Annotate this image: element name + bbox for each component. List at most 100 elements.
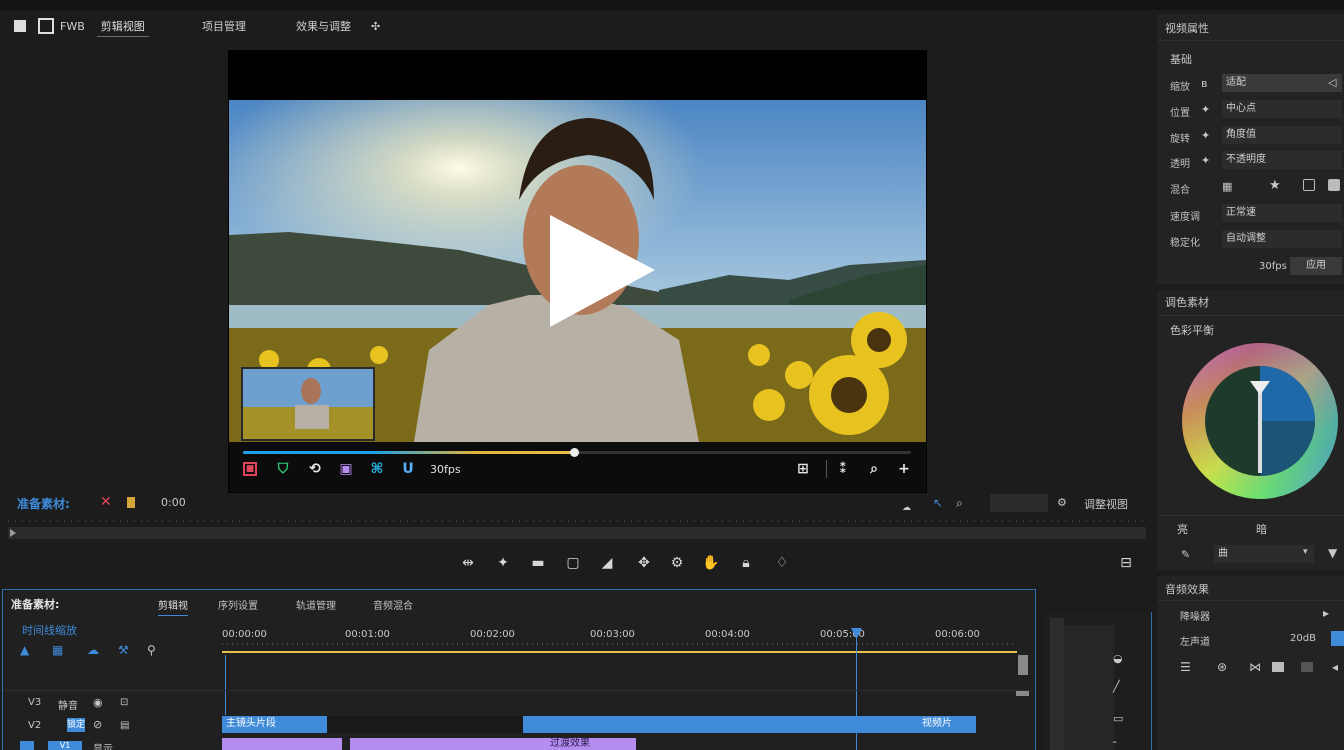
cloud-icon[interactable]: ☁ — [902, 503, 911, 513]
clip-4[interactable]: 过渡效果 — [350, 738, 636, 750]
loop-icon[interactable]: ⟲ — [306, 460, 324, 478]
snap-icon[interactable]: ▲ — [20, 643, 29, 657]
marker-icon[interactable]: ♢ — [772, 553, 792, 573]
star-icon[interactable]: ✦ — [493, 553, 513, 573]
row-speed-field[interactable]: 正常速 — [1222, 204, 1342, 222]
menu-item-project-label: 项目管理 — [202, 20, 246, 33]
pointer-icon[interactable]: ↖ — [933, 496, 943, 510]
apply-button[interactable]: 应用 — [1290, 257, 1342, 275]
eye-icon[interactable]: ◉ — [93, 696, 103, 709]
box-icon[interactable] — [1272, 662, 1284, 672]
record-icon[interactable]: ■ — [243, 462, 257, 476]
menu-icon[interactable]: ☰ — [1180, 660, 1191, 674]
color-wheel[interactable] — [1180, 343, 1340, 503]
waveform-icon[interactable]: ⁑ — [834, 460, 852, 478]
track3-toggle[interactable] — [20, 741, 34, 750]
progress-knob[interactable] — [570, 448, 579, 457]
row-opacity-field[interactable]: 不透明度 — [1222, 151, 1342, 169]
clip-1[interactable]: 主镜头片段 — [222, 716, 327, 733]
solo-icon[interactable]: ▤ — [120, 720, 129, 731]
minus-icon[interactable]: ▬ — [528, 553, 548, 573]
wrench-icon[interactable]: ⚒ — [118, 643, 129, 657]
move-icon[interactable]: ✥ — [634, 553, 654, 573]
row-position-field[interactable]: 中心点 — [1222, 100, 1342, 118]
reset-icon[interactable]: ◁ — [1328, 76, 1336, 89]
funnel-icon[interactable]: ▼ — [1328, 546, 1337, 560]
clip-2[interactable] — [523, 716, 976, 733]
menu-item-project[interactable]: 项目管理 — [202, 14, 246, 38]
add-icon[interactable]: + — [895, 460, 913, 478]
link-icon[interactable]: ʙ — [1201, 77, 1207, 90]
play-small-icon[interactable]: ▸ — [1323, 606, 1329, 620]
timeline-tab-3[interactable]: 音频混合 — [373, 597, 413, 612]
cut-icon[interactable]: ⋈ — [1249, 660, 1261, 674]
keyframe-icon[interactable]: ✦ — [1201, 103, 1210, 116]
play-icon[interactable] — [545, 210, 660, 332]
audio-toggle[interactable] — [1331, 631, 1344, 646]
timeline-ruler[interactable] — [222, 641, 1017, 655]
row-stabilize-field[interactable]: 自动调整 — [1222, 230, 1342, 248]
box-icon[interactable] — [1301, 662, 1313, 672]
color-select[interactable]: 曲 — [1214, 545, 1314, 563]
row-rotation-field[interactable]: 角度值 — [1222, 126, 1342, 144]
cloud-icon[interactable]: ☁ — [87, 643, 99, 657]
scrub-ruler[interactable] — [8, 515, 1146, 543]
link-icon[interactable]: ▦ — [52, 643, 63, 657]
row-rotation-label: 旋转 — [1170, 134, 1190, 145]
zoom-icon[interactable]: ⌕ — [865, 460, 883, 478]
scrollbar-thumb[interactable] — [1018, 655, 1028, 675]
prep-input[interactable] — [990, 494, 1048, 512]
color-btn-dark[interactable]: 暗 — [1256, 521, 1267, 537]
grid-icon[interactable]: ▦ — [1222, 180, 1232, 193]
timeline-zoom-label[interactable]: 时间线缩放 — [22, 622, 77, 638]
pin-icon[interactable]: ✣ — [371, 20, 380, 33]
timeline-tab-0[interactable]: 剪辑视 — [158, 597, 188, 616]
square-icon[interactable]: ▢ — [563, 553, 583, 573]
speaker-icon[interactable]: ◂ — [1332, 660, 1338, 674]
color-panel-title: 调色素材 — [1165, 296, 1209, 309]
export-icon[interactable]: ⊟ — [1116, 553, 1136, 573]
settings-icon[interactable]: ⚙ — [1057, 496, 1067, 509]
tag-icon[interactable] — [127, 497, 135, 508]
fill-icon[interactable] — [1328, 179, 1340, 191]
filter-icon[interactable]: ⚲ — [147, 643, 156, 657]
timeline-tab-2[interactable]: 轨道管理 — [296, 597, 336, 612]
keyframe-icon[interactable]: ✦ — [1201, 129, 1210, 142]
split-icon[interactable]: ⌘ — [368, 460, 386, 478]
menu-item-fwb[interactable]: FWB — [60, 20, 85, 33]
box-icon[interactable]: ▭ — [1113, 712, 1123, 725]
lock-icon[interactable]: ⊡ — [120, 697, 128, 708]
track3-label[interactable]: V1 — [48, 741, 82, 750]
eyedropper-icon[interactable]: ✎ — [1181, 548, 1190, 561]
hand-icon[interactable]: ✋ — [701, 553, 721, 573]
lock-icon[interactable]: 🔒︎ — [736, 553, 756, 573]
menu-item-effects[interactable]: 效果与调整 ✣ — [296, 14, 380, 38]
magnet-icon[interactable]: U — [399, 460, 417, 478]
star-icon[interactable]: ★ — [1269, 178, 1281, 193]
trim-icon[interactable]: ⇹ — [458, 553, 478, 573]
track2-toggle[interactable]: 锁定 — [67, 718, 85, 732]
menu-item-edit-view[interactable]: 剪辑视图 — [96, 16, 149, 37]
razor-icon[interactable]: ◢ — [597, 553, 617, 573]
mute-icon[interactable]: ⊘ — [93, 718, 102, 731]
overlay-icon[interactable]: ⊞ — [794, 460, 812, 478]
image-icon[interactable] — [38, 18, 54, 34]
frame-icon[interactable]: ▣ — [337, 460, 355, 478]
app-icon[interactable] — [14, 20, 26, 32]
dash-icon[interactable]: ╱ — [1113, 680, 1120, 693]
clip-3[interactable] — [222, 738, 342, 750]
row-scale-field[interactable]: 适配 — [1222, 74, 1342, 92]
search-icon[interactable]: ⌕ — [956, 496, 963, 511]
chevron-down-icon[interactable]: ▾ — [1303, 547, 1308, 557]
gear-icon[interactable]: ⚙ — [667, 553, 687, 573]
pip-thumbnail[interactable] — [241, 367, 375, 441]
timeline-tab-1[interactable]: 序列设置 — [218, 597, 258, 612]
mixer-icon[interactable]: ⊛ — [1217, 660, 1227, 674]
dash-icon[interactable]: ╴ — [1113, 736, 1120, 749]
color-btn-light[interactable]: 亮 — [1177, 521, 1188, 537]
drop-icon[interactable]: ◒ — [1113, 652, 1123, 665]
close-icon[interactable]: ✕ — [100, 494, 112, 510]
box-icon[interactable] — [1303, 179, 1315, 191]
shield-icon[interactable]: ⛉ — [274, 460, 292, 478]
keyframe-icon[interactable]: ✦ — [1201, 154, 1210, 167]
